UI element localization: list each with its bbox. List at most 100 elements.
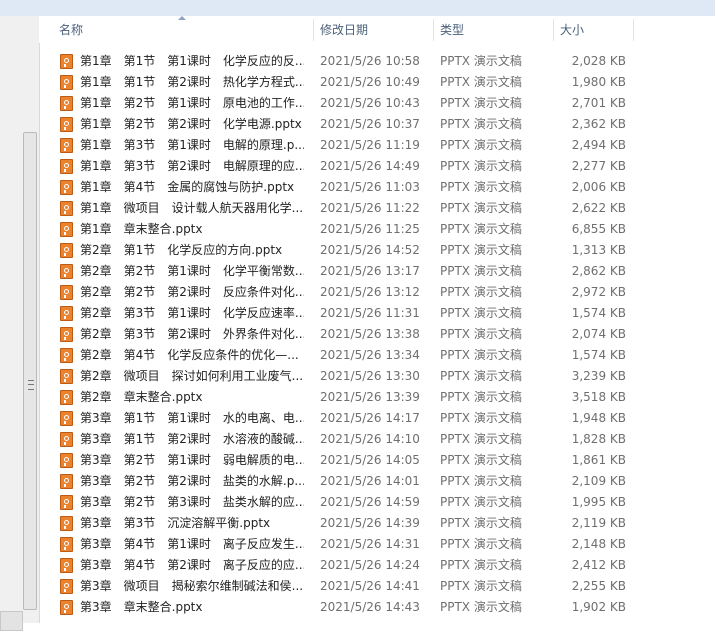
file-name: 第3章 第2节 第2课时 盐类的水解.p... (80, 474, 304, 488)
file-row[interactable]: 第3章 第4节 第2课时 离子反应的应... 2021/5/26 14:24 PPT… (39, 555, 639, 576)
file-row[interactable]: 第3章 第2节 第2课时 盐类的水解.p... 2021/5/26 14:01 PP… (39, 471, 639, 492)
file-modified-date: 2021/5/26 11:25 (320, 222, 420, 236)
pptx-file-icon (60, 474, 73, 489)
file-type: PPTX 演示文稿 (440, 369, 522, 383)
file-name: 第1章 第2节 第1课时 原电池的工作... (80, 96, 304, 110)
file-row[interactable]: 第3章 第4节 第1课时 离子反应发生... 2021/5/26 14:31 PPT… (39, 534, 639, 555)
file-type: PPTX 演示文稿 (440, 453, 522, 467)
file-row[interactable]: 第1章 第1节 第1课时 化学反应的反... 2021/5/26 10:58 PPT… (39, 51, 639, 72)
pptx-file-icon (60, 96, 73, 111)
file-size: 2,494 KB (571, 138, 626, 152)
file-row[interactable]: 第1章 第2节 第2课时 化学电源.pptx 2021/5/26 10:37 PPT… (39, 114, 639, 135)
pptx-file-icon (60, 138, 73, 153)
pptx-file-icon (60, 54, 73, 69)
file-type: PPTX 演示文稿 (440, 537, 522, 551)
pptx-file-icon (60, 222, 73, 237)
file-type: PPTX 演示文稿 (440, 117, 522, 131)
file-name: 第1章 章末整合.pptx (80, 222, 203, 236)
file-name: 第3章 第4节 第2课时 离子反应的应... (80, 558, 304, 572)
file-size: 1,902 KB (571, 600, 626, 614)
file-modified-date: 2021/5/26 14:41 (320, 579, 420, 593)
file-row[interactable]: 第2章 第2节 第2课时 反应条件对化... 2021/5/26 13:12 PPT… (39, 282, 639, 303)
file-row[interactable]: 第1章 第4节 金属的腐蚀与防护.pptx 2021/5/26 11:03 PPTX… (39, 177, 639, 198)
file-name: 第1章 微项目 设计载人航天器用化学... (80, 201, 304, 215)
file-size: 2,362 KB (571, 117, 626, 131)
column-divider[interactable] (633, 19, 634, 41)
file-row[interactable]: 第3章 第2节 第1课时 弱电解质的电... 2021/5/26 14:05 PPT… (39, 450, 639, 471)
file-name: 第2章 第3节 第1课时 化学反应速率... (80, 306, 304, 320)
pptx-file-icon (60, 348, 73, 363)
file-name: 第3章 第3节 沉淀溶解平衡.pptx (80, 516, 271, 530)
column-header-name[interactable]: 名称 (53, 16, 313, 43)
file-row[interactable]: 第2章 第2节 第1课时 化学平衡常数... 2021/5/26 13:17 PPT… (39, 261, 639, 282)
file-modified-date: 2021/5/26 14:05 (320, 453, 420, 467)
file-name: 第1章 第1节 第1课时 化学反应的反... (80, 54, 304, 68)
file-modified-date: 2021/5/26 10:49 (320, 75, 420, 89)
file-modified-date: 2021/5/26 14:39 (320, 516, 420, 530)
file-name: 第3章 第2节 第1课时 弱电解质的电... (80, 453, 304, 467)
file-size: 2,148 KB (571, 537, 626, 551)
file-size: 2,006 KB (571, 180, 626, 194)
pptx-file-icon (60, 600, 73, 615)
file-row[interactable]: 第1章 第1节 第2课时 热化学方程式... 2021/5/26 10:49 PPT… (39, 72, 639, 93)
file-size: 2,412 KB (571, 558, 626, 572)
column-header-bar: 名称 修改日期 类型 大小 (39, 16, 715, 43)
file-row[interactable]: 第2章 章末整合.pptx 2021/5/26 13:39 PPTX 演示文稿 3,5… (39, 387, 639, 408)
file-row[interactable]: 第2章 微项目 探讨如何利用工业废气... 2021/5/26 13:30 PPTX… (39, 366, 639, 387)
pptx-file-icon (60, 159, 73, 174)
scrollbar-thumb[interactable] (23, 132, 37, 610)
pptx-file-icon (60, 243, 73, 258)
file-modified-date: 2021/5/26 13:34 (320, 348, 420, 362)
file-modified-date: 2021/5/26 14:59 (320, 495, 420, 509)
pptx-file-icon (60, 327, 73, 342)
pptx-file-icon (60, 75, 73, 90)
column-header-date[interactable]: 修改日期 (314, 16, 434, 43)
file-type: PPTX 演示文稿 (440, 222, 522, 236)
file-modified-date: 2021/5/26 10:58 (320, 54, 420, 68)
column-header-date-label: 修改日期 (320, 23, 369, 37)
navigation-pane-scrollbar[interactable] (0, 16, 40, 631)
file-row[interactable]: 第1章 微项目 设计载人航天器用化学... 2021/5/26 11:22 PPTX… (39, 198, 639, 219)
file-modified-date: 2021/5/26 13:30 (320, 369, 420, 383)
pptx-file-icon (60, 453, 73, 468)
file-size: 2,119 KB (571, 516, 626, 530)
file-type: PPTX 演示文稿 (440, 243, 522, 257)
file-size: 3,518 KB (571, 390, 626, 404)
file-type: PPTX 演示文稿 (440, 159, 522, 173)
file-row[interactable]: 第3章 第1节 第2课时 水溶液的酸碱... 2021/5/26 14:10 PPT… (39, 429, 639, 450)
file-type: PPTX 演示文稿 (440, 516, 522, 530)
file-name: 第3章 第1节 第2课时 水溶液的酸碱... (80, 432, 304, 446)
file-size: 1,313 KB (571, 243, 626, 257)
file-type: PPTX 演示文稿 (440, 54, 522, 68)
file-row[interactable]: 第3章 章末整合.pptx 2021/5/26 14:43 PPTX 演示文稿 1,9… (39, 597, 639, 618)
file-row[interactable]: 第2章 第1节 化学反应的方向.pptx 2021/5/26 14:52 PPTX … (39, 240, 639, 261)
file-row[interactable]: 第1章 第2节 第1课时 原电池的工作... 2021/5/26 10:43 PPT… (39, 93, 639, 114)
column-header-size-label: 大小 (560, 23, 585, 37)
file-modified-date: 2021/5/26 10:43 (320, 96, 420, 110)
file-modified-date: 2021/5/26 11:31 (320, 306, 420, 320)
file-row[interactable]: 第1章 第3节 第2课时 电解原理的应... 2021/5/26 14:49 PPT… (39, 156, 639, 177)
file-type: PPTX 演示文稿 (440, 285, 522, 299)
pptx-file-icon (60, 285, 73, 300)
scrollbar-bottom-block[interactable] (0, 611, 23, 631)
pptx-file-icon (60, 201, 73, 216)
file-name: 第2章 第4节 化学反应条件的优化—... (80, 348, 299, 362)
file-modified-date: 2021/5/26 14:43 (320, 600, 420, 614)
file-row[interactable]: 第3章 第1节 第1课时 水的电离、电... 2021/5/26 14:17 PPT… (39, 408, 639, 429)
column-header-type[interactable]: 类型 (434, 16, 554, 43)
file-type: PPTX 演示文稿 (440, 558, 522, 572)
file-row[interactable]: 第3章 微项目 揭秘索尔维制碱法和侯... 2021/5/26 14:41 PPTX… (39, 576, 639, 597)
file-row[interactable]: 第1章 第3节 第1课时 电解的原理.p... 2021/5/26 11:19 PP… (39, 135, 639, 156)
pptx-file-icon (60, 117, 73, 132)
file-row[interactable]: 第1章 章末整合.pptx 2021/5/26 11:25 PPTX 演示文稿 6,8… (39, 219, 639, 240)
file-row[interactable]: 第2章 第3节 第1课时 化学反应速率... 2021/5/26 11:31 PPT… (39, 303, 639, 324)
file-row[interactable]: 第3章 第3节 沉淀溶解平衡.pptx 2021/5/26 14:39 PPTX 演… (39, 513, 639, 534)
column-header-size[interactable]: 大小 (554, 16, 634, 43)
file-size: 2,255 KB (571, 579, 626, 593)
file-row[interactable]: 第2章 第3节 第2课时 外界条件对化... 2021/5/26 13:38 PPT… (39, 324, 639, 345)
file-row[interactable]: 第2章 第4节 化学反应条件的优化—... 2021/5/26 13:34 PPTX… (39, 345, 639, 366)
file-row[interactable]: 第3章 第2节 第3课时 盐类水解的应... 2021/5/26 14:59 PPT… (39, 492, 639, 513)
file-name: 第1章 第1节 第2课时 热化学方程式... (80, 75, 304, 89)
pptx-file-icon (60, 411, 73, 426)
file-name: 第3章 微项目 揭秘索尔维制碱法和侯... (80, 579, 304, 593)
